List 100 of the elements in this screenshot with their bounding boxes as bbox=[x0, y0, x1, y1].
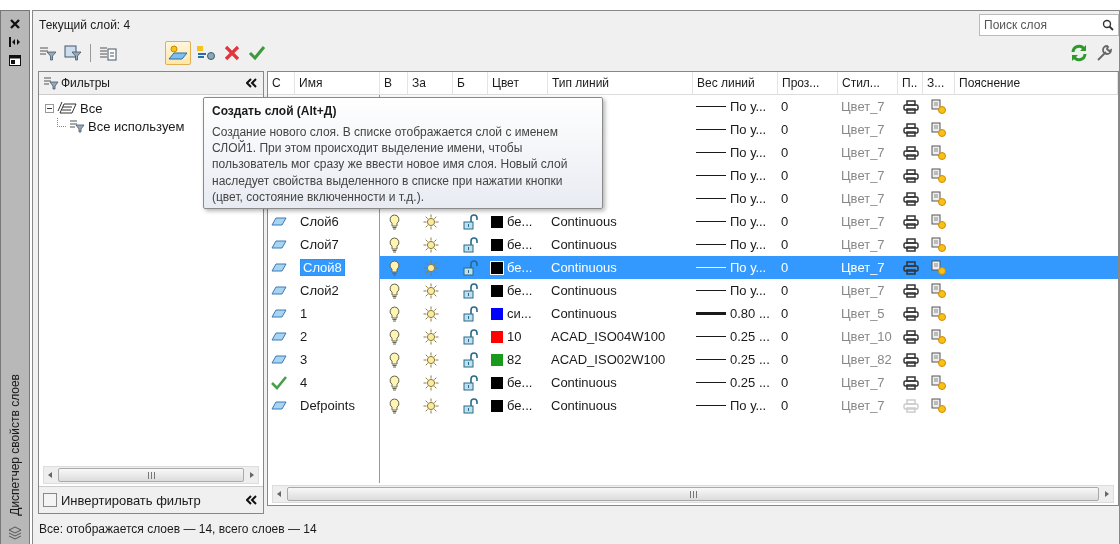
color-swatch[interactable] bbox=[491, 399, 503, 412]
viewport-freeze-icon[interactable] bbox=[931, 374, 947, 391]
new-layer-button[interactable] bbox=[165, 41, 191, 65]
linetype-name[interactable]: Continuous bbox=[551, 398, 617, 413]
transparency-value[interactable]: 0 bbox=[781, 168, 789, 183]
linetype-name[interactable]: Continuous bbox=[551, 306, 617, 321]
padlock-open-icon[interactable] bbox=[462, 374, 479, 391]
transparency-value[interactable]: 0 bbox=[781, 237, 789, 252]
column-header[interactable]: Имя bbox=[295, 72, 380, 94]
color-swatch[interactable] bbox=[491, 353, 503, 366]
transparency-value[interactable]: 0 bbox=[781, 375, 789, 390]
invert-filter-checkbox[interactable] bbox=[43, 493, 57, 507]
transparency-value[interactable]: 0 bbox=[781, 145, 789, 160]
column-header[interactable]: П.. bbox=[898, 72, 923, 94]
search-field[interactable]: Поиск слоя bbox=[979, 14, 1119, 36]
horizontal-scrollbar[interactable] bbox=[272, 485, 1114, 503]
viewport-freeze-icon[interactable] bbox=[931, 121, 947, 138]
transparency-value[interactable]: 0 bbox=[781, 329, 789, 344]
printer-icon[interactable] bbox=[902, 306, 919, 321]
column-header[interactable]: Пояснение bbox=[955, 72, 1118, 94]
color-swatch[interactable] bbox=[491, 330, 503, 343]
column-header[interactable]: За bbox=[408, 72, 453, 94]
layer-name[interactable]: 4 bbox=[300, 375, 308, 390]
sun-icon[interactable] bbox=[422, 374, 439, 391]
color-name[interactable]: бе... bbox=[507, 375, 533, 390]
lineweight-value[interactable]: По у... bbox=[730, 168, 767, 183]
viewport-freeze-icon[interactable] bbox=[931, 282, 947, 299]
lightbulb-icon[interactable] bbox=[388, 282, 400, 299]
lineweight-value[interactable]: По у... bbox=[730, 398, 767, 413]
linetype-name[interactable]: Continuous bbox=[551, 214, 617, 229]
linetype-name[interactable]: ACAD_ISO04W100 bbox=[551, 329, 666, 344]
transparency-value[interactable]: 0 bbox=[781, 306, 789, 321]
color-swatch[interactable] bbox=[491, 376, 503, 389]
transparency-value[interactable]: 0 bbox=[781, 283, 789, 298]
layer-row[interactable]: 4 бе... Continuous 0.25 ... 0 Цвет_7 bbox=[268, 371, 1118, 394]
transparency-value[interactable]: 0 bbox=[781, 99, 789, 114]
printer-icon[interactable] bbox=[902, 352, 919, 367]
horizontal-scrollbar[interactable] bbox=[43, 466, 259, 484]
minus-box-icon[interactable] bbox=[45, 103, 54, 113]
viewport-freeze-icon[interactable] bbox=[931, 190, 947, 207]
layer-row[interactable]: Defpoints бе... Continuous По у... 0 Цвет_7 bbox=[268, 394, 1118, 417]
color-swatch[interactable] bbox=[491, 261, 503, 274]
lineweight-value[interactable]: 0.25 ... bbox=[730, 375, 770, 390]
viewport-freeze-icon[interactable] bbox=[931, 351, 947, 368]
tree-item[interactable]: Все bbox=[80, 100, 103, 116]
color-name[interactable]: 82 bbox=[507, 352, 522, 367]
lineweight-value[interactable]: 0.80 ... bbox=[730, 306, 770, 321]
transparency-value[interactable]: 0 bbox=[781, 214, 789, 229]
transparency-value[interactable]: 0 bbox=[781, 191, 789, 206]
layer-row[interactable]: Слой7 бе... Continuous По у... 0 Цвет_7 bbox=[268, 233, 1118, 256]
printer-icon[interactable] bbox=[902, 329, 919, 344]
lineweight-value[interactable]: По у... bbox=[730, 214, 767, 229]
lightbulb-icon[interactable] bbox=[388, 305, 400, 322]
padlock-open-icon[interactable] bbox=[462, 305, 479, 322]
viewport-freeze-icon[interactable] bbox=[931, 167, 947, 184]
linetype-name[interactable]: ACAD_ISO02W100 bbox=[551, 352, 666, 367]
lightbulb-icon[interactable] bbox=[388, 397, 400, 414]
column-header[interactable]: Вес линий bbox=[693, 72, 778, 94]
lineweight-value[interactable]: По у... bbox=[730, 283, 767, 298]
lightbulb-icon[interactable] bbox=[388, 213, 400, 230]
transparency-value[interactable]: 0 bbox=[781, 122, 789, 137]
sun-icon[interactable] bbox=[422, 236, 439, 253]
layer-name[interactable]: Слой2 bbox=[300, 283, 339, 298]
lightbulb-icon[interactable] bbox=[388, 259, 400, 276]
layer-row[interactable]: 1 си... Continuous 0.80 ... 0 Цвет_5 bbox=[268, 302, 1118, 325]
padlock-open-icon[interactable] bbox=[462, 328, 479, 345]
transparency-value[interactable]: 0 bbox=[781, 352, 789, 367]
lightbulb-icon[interactable] bbox=[388, 351, 400, 368]
column-header[interactable]: Проз... bbox=[778, 72, 838, 94]
color-name[interactable]: бе... bbox=[507, 283, 533, 298]
color-swatch[interactable] bbox=[491, 307, 503, 320]
collapse-button[interactable] bbox=[244, 495, 259, 505]
auto-hide-icon[interactable] bbox=[9, 37, 21, 47]
linetype-name[interactable]: Continuous bbox=[551, 283, 617, 298]
viewport-freeze-icon[interactable] bbox=[931, 236, 947, 253]
linetype-name[interactable]: Continuous bbox=[551, 375, 617, 390]
viewport-freeze-icon[interactable] bbox=[931, 397, 947, 414]
printer-icon[interactable] bbox=[902, 375, 919, 390]
transparency-value[interactable]: 0 bbox=[781, 398, 789, 413]
lightbulb-icon[interactable] bbox=[388, 328, 400, 345]
properties-icon[interactable] bbox=[9, 55, 21, 66]
lightbulb-icon[interactable] bbox=[388, 374, 400, 391]
viewport-freeze-icon[interactable] bbox=[931, 98, 947, 115]
sun-icon[interactable] bbox=[422, 213, 439, 230]
linetype-name[interactable]: Continuous bbox=[551, 237, 617, 252]
layer-name[interactable]: 1 bbox=[300, 306, 308, 321]
layer-name[interactable]: Defpoints bbox=[300, 398, 355, 413]
scrollbar-thumb[interactable] bbox=[58, 468, 244, 482]
printer-icon[interactable] bbox=[902, 191, 919, 206]
layer-name[interactable]: Слой7 bbox=[300, 237, 339, 252]
layer-row[interactable]: 3 82 ACAD_ISO02W100 0.25 ... 0 Цвет_82 bbox=[268, 348, 1118, 371]
column-header[interactable]: Тип линий bbox=[548, 72, 693, 94]
layer-name[interactable]: Слой6 bbox=[300, 214, 339, 229]
column-header[interactable]: В bbox=[380, 72, 408, 94]
viewport-freeze-icon[interactable] bbox=[931, 213, 947, 230]
close-icon[interactable] bbox=[10, 19, 20, 29]
sun-icon[interactable] bbox=[422, 282, 439, 299]
color-name[interactable]: бе... bbox=[507, 237, 533, 252]
tree-item[interactable]: Все используем bbox=[88, 118, 185, 134]
layer-row[interactable]: Слой6 бе... Continuous По у... 0 Цвет_7 bbox=[268, 210, 1118, 233]
